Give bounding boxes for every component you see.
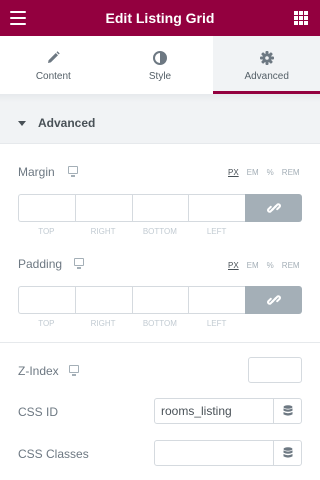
css-classes-input[interactable] <box>154 440 274 466</box>
tab-style-label: Style <box>148 71 172 82</box>
desktop-icon[interactable] <box>69 365 79 376</box>
gear-icon <box>259 51 274 65</box>
padding-right-input[interactable] <box>74 286 132 314</box>
database-icon <box>283 447 293 458</box>
css-classes-dynamic-tags-button[interactable] <box>273 440 302 466</box>
side-label-top: TOP <box>38 319 55 328</box>
margin-bottom-input[interactable] <box>131 194 189 222</box>
section-advanced-toggle[interactable]: Advanced <box>0 102 320 144</box>
css-classes-label: CSS Classes <box>18 447 89 461</box>
padding-side-labels: TOP RIGHT BOTTOM LEFT <box>18 319 245 328</box>
padding-dimensions <box>18 286 302 314</box>
grid-apps-icon[interactable] <box>294 11 308 25</box>
padding-bottom-input[interactable] <box>131 286 189 314</box>
margin-right-input[interactable] <box>74 194 132 222</box>
tab-style[interactable]: Style <box>107 36 214 94</box>
side-label-left: LEFT <box>206 319 227 328</box>
unit-em[interactable]: EM <box>247 168 259 177</box>
unit-percent[interactable]: % <box>267 168 274 177</box>
unit-percent[interactable]: % <box>267 261 274 270</box>
margin-link-values-button[interactable] <box>245 194 302 222</box>
margin-top-input[interactable] <box>18 194 75 222</box>
unit-px[interactable]: PX <box>228 168 239 177</box>
padding-left-input[interactable] <box>188 286 245 314</box>
link-icon <box>267 203 281 213</box>
zindex-label: Z-Index <box>18 364 59 378</box>
unit-px[interactable]: PX <box>228 261 239 270</box>
tab-content[interactable]: Content <box>0 36 107 94</box>
margin-left-input[interactable] <box>188 194 245 222</box>
css-id-dynamic-tags-button[interactable] <box>273 398 302 424</box>
css-id-input[interactable]: rooms_listing <box>154 398 274 424</box>
tab-bar: Content Style Advanced <box>0 36 320 94</box>
unit-rem[interactable]: REM <box>282 261 300 270</box>
unit-rem[interactable]: REM <box>282 168 300 177</box>
margin-unit-switcher: PX EM % REM <box>228 168 300 177</box>
panel-header: Edit Listing Grid <box>0 0 320 36</box>
side-label-left: LEFT <box>206 227 227 236</box>
pencil-icon <box>48 51 61 63</box>
unit-em[interactable]: EM <box>247 261 259 270</box>
tab-content-label: Content <box>35 71 71 82</box>
desktop-icon[interactable] <box>74 258 84 269</box>
margin-side-labels: TOP RIGHT BOTTOM LEFT <box>18 227 245 236</box>
link-icon <box>267 295 281 305</box>
panel-divider <box>0 94 320 102</box>
side-label-right: RIGHT <box>90 227 116 236</box>
css-id-label: CSS ID <box>18 405 59 419</box>
zindex-input[interactable] <box>248 357 302 383</box>
padding-top-input[interactable] <box>18 286 75 314</box>
side-label-bottom: BOTTOM <box>142 319 177 328</box>
panel-title: Edit Listing Grid <box>105 10 215 26</box>
section-title: Advanced <box>38 116 96 130</box>
tab-advanced[interactable]: Advanced <box>213 36 320 94</box>
side-label-right: RIGHT <box>90 319 116 328</box>
padding-label: Padding <box>18 257 63 271</box>
side-label-top: TOP <box>38 227 55 236</box>
caret-down-icon <box>18 121 26 126</box>
tab-advanced-label: Advanced <box>244 71 289 82</box>
section-divider <box>0 342 320 343</box>
padding-link-values-button[interactable] <box>245 286 302 314</box>
margin-dimensions <box>18 194 302 222</box>
side-label-bottom: BOTTOM <box>142 227 177 236</box>
database-icon <box>283 405 293 416</box>
desktop-icon[interactable] <box>68 166 78 177</box>
margin-label: Margin <box>18 165 55 179</box>
padding-unit-switcher: PX EM % REM <box>228 261 300 270</box>
half-circle-icon <box>153 51 167 65</box>
